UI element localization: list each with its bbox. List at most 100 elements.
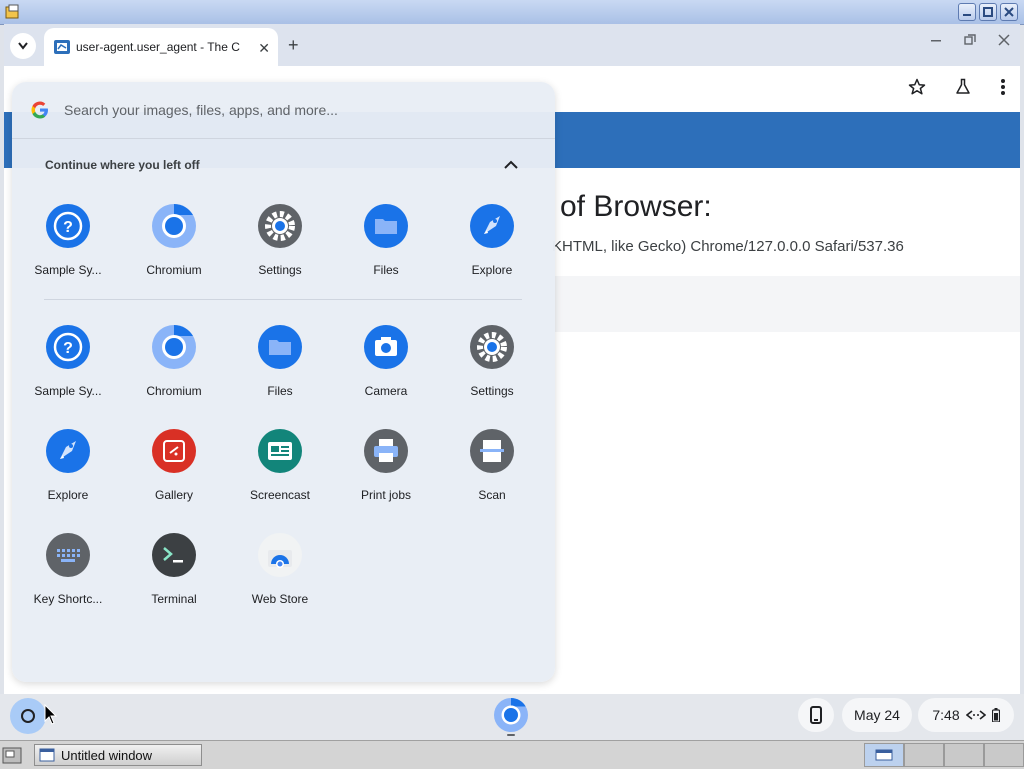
close-icon[interactable] (998, 34, 1010, 46)
launcher-circle-icon (21, 709, 35, 723)
app-sample-system[interactable]: ? Sample Sy... (18, 325, 118, 405)
app-label: Gallery (154, 488, 193, 502)
settings-icon (470, 325, 514, 369)
launcher-search-bar (12, 82, 555, 139)
phone-hub-button[interactable] (798, 698, 834, 732)
shelf-chromium-icon[interactable] (494, 698, 528, 732)
app-print-jobs[interactable]: Print jobs (336, 429, 436, 509)
running-indicator (507, 734, 515, 736)
restore-icon[interactable] (964, 34, 976, 46)
svg-text:?: ? (63, 219, 73, 236)
camera-icon (364, 325, 408, 369)
webstore-icon (258, 533, 302, 577)
app-label: Key Shortc... (33, 592, 103, 606)
window-icon (39, 748, 55, 762)
app-terminal[interactable]: Terminal (124, 533, 224, 613)
chromium-icon (152, 204, 196, 248)
outer-minimize-button[interactable] (958, 3, 976, 21)
outer-window-controls (958, 3, 1018, 21)
launcher-search-input[interactable] (62, 98, 526, 122)
network-icon (965, 710, 986, 720)
files-icon (258, 325, 302, 369)
labs-flask-icon[interactable] (954, 78, 972, 96)
help-icon: ? (46, 204, 90, 248)
keyboard-icon (46, 533, 90, 577)
minimize-icon[interactable] (930, 34, 942, 46)
bookmark-star-icon[interactable] (908, 78, 926, 96)
gallery-icon (152, 429, 196, 473)
outer-window-titlebar (0, 0, 1024, 25)
recent-app-settings[interactable]: Settings (230, 204, 330, 284)
phone-icon (810, 706, 822, 724)
shelf: May 24 7:48 (0, 694, 1024, 740)
browser-window-controls (930, 34, 1010, 46)
workspace-2[interactable] (904, 743, 944, 767)
toolbar-actions (908, 78, 1006, 96)
workspace-4[interactable] (984, 743, 1024, 767)
more-menu-icon[interactable] (1000, 78, 1006, 96)
files-icon (364, 204, 408, 248)
google-g-icon (31, 101, 48, 119)
taskbar-window-label: Untitled window (61, 747, 153, 763)
app-key-shortcuts[interactable]: Key Shortc... (18, 533, 118, 613)
app-label: Settings (258, 263, 302, 277)
app-label: Web Store (251, 592, 309, 606)
app-label: Sample Sy... (34, 384, 102, 398)
page-heading: of Browser: (560, 190, 712, 223)
app-screencast[interactable]: Screencast (230, 429, 330, 509)
outer-maximize-button[interactable] (979, 3, 997, 21)
app-chromium[interactable]: Chromium (124, 325, 224, 405)
print-icon (364, 429, 408, 473)
app-settings[interactable]: Settings (442, 325, 542, 405)
app-label: Explore (47, 488, 89, 502)
app-gallery[interactable]: Gallery (124, 429, 224, 509)
favicon-icon (54, 40, 70, 54)
new-tab-button[interactable]: + (288, 35, 299, 56)
close-icon (1004, 7, 1014, 17)
app-label: Screencast (249, 488, 311, 502)
app-web-store[interactable]: Web Store (230, 533, 330, 613)
tab-search-button[interactable] (10, 33, 36, 59)
app-label: Sample Sy... (34, 263, 102, 277)
tab-user-agent[interactable]: user-agent.user_agent - The C ✕ (44, 28, 278, 66)
scan-icon (470, 429, 514, 473)
app-launcher: Continue where you left off ? Sample Sy.… (12, 82, 555, 682)
workspace-1[interactable] (864, 743, 904, 767)
screencast-icon (258, 429, 302, 473)
battery-icon (991, 708, 1000, 722)
show-desktop-icon[interactable] (2, 745, 24, 765)
mouse-cursor-icon (44, 704, 58, 725)
launcher-button[interactable] (10, 698, 46, 734)
time-text: 7:48 (932, 707, 960, 723)
recent-app-files[interactable]: Files (336, 204, 436, 284)
tab-title: user-agent.user_agent - The C (76, 40, 240, 54)
tab-close-icon[interactable]: ✕ (258, 40, 270, 57)
chevron-up-icon[interactable] (502, 156, 520, 174)
app-label: Chromium (146, 384, 202, 398)
app-scan[interactable]: Scan (442, 429, 542, 509)
chevron-down-icon (18, 42, 28, 50)
explore-icon (470, 204, 514, 248)
date-tray[interactable]: May 24 (842, 698, 912, 732)
app-label: Files (267, 384, 293, 398)
recent-app-chromium[interactable]: Chromium (124, 204, 224, 284)
app-label: Chromium (146, 263, 202, 277)
recent-app-sample-system[interactable]: ? Sample Sy... (18, 204, 118, 284)
status-tray[interactable]: 7:48 (918, 698, 1014, 732)
taskbar-window-button[interactable]: Untitled window (34, 744, 202, 766)
help-icon: ? (46, 325, 90, 369)
app-camera[interactable]: Camera (336, 325, 436, 405)
app-label: Scan (478, 488, 506, 502)
tab-strip: user-agent.user_agent - The C ✕ + (4, 24, 1020, 66)
app-menu-icon[interactable] (5, 4, 21, 20)
outer-close-button[interactable] (1000, 3, 1018, 21)
svg-text:?: ? (63, 340, 73, 357)
app-label: Files (373, 263, 399, 277)
recent-app-explore[interactable]: Explore (442, 204, 542, 284)
app-files[interactable]: Files (230, 325, 330, 405)
workspace-window-icon (875, 749, 893, 761)
app-explore[interactable]: Explore (18, 429, 118, 509)
date-text: May 24 (854, 707, 900, 723)
workspace-3[interactable] (944, 743, 984, 767)
app-label: Terminal (151, 592, 197, 606)
